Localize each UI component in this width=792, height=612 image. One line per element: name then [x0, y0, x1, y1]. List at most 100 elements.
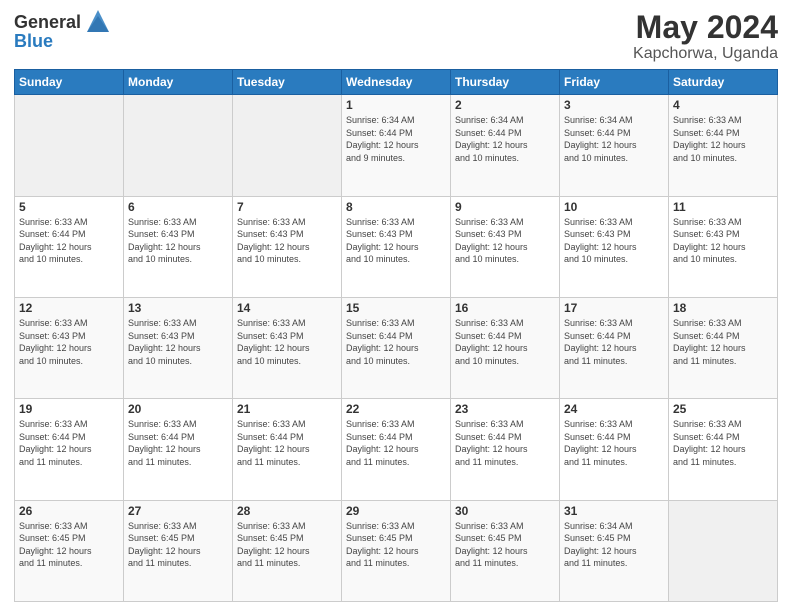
- day-number: 1: [346, 98, 446, 112]
- day-number: 23: [455, 402, 555, 416]
- calendar-week-row: 12 Sunrise: 6:33 AM Sunset: 6:43 PM Dayli…: [15, 297, 778, 398]
- day-info: Sunrise: 6:33 AM Sunset: 6:44 PM Dayligh…: [19, 216, 119, 266]
- day-info: Sunrise: 6:34 AM Sunset: 6:44 PM Dayligh…: [346, 114, 446, 164]
- title-block: May 2024 Kapchorwa, Uganda: [633, 10, 778, 63]
- day-number: 11: [673, 200, 773, 214]
- day-info: Sunrise: 6:33 AM Sunset: 6:44 PM Dayligh…: [455, 418, 555, 468]
- day-info: Sunrise: 6:33 AM Sunset: 6:43 PM Dayligh…: [346, 216, 446, 266]
- day-info: Sunrise: 6:33 AM Sunset: 6:43 PM Dayligh…: [128, 317, 228, 367]
- day-info: Sunrise: 6:33 AM Sunset: 6:44 PM Dayligh…: [346, 317, 446, 367]
- day-number: 25: [673, 402, 773, 416]
- day-info: Sunrise: 6:33 AM Sunset: 6:43 PM Dayligh…: [237, 216, 337, 266]
- day-info: Sunrise: 6:33 AM Sunset: 6:44 PM Dayligh…: [455, 317, 555, 367]
- calendar-day-cell: 10 Sunrise: 6:33 AM Sunset: 6:43 PM Dayli…: [560, 196, 669, 297]
- calendar-day-cell: 30Sunrise: 6:33 AM Sunset: 6:45 PM Dayli…: [451, 500, 560, 601]
- calendar-day-cell: 21Sunrise: 6:33 AM Sunset: 6:44 PM Dayli…: [233, 399, 342, 500]
- day-info: Sunrise: 6:33 AM Sunset: 6:45 PM Dayligh…: [346, 520, 446, 570]
- calendar-day-cell: 25 Sunrise: 6:33 AM Sunset: 6:44 PM Dayli…: [669, 399, 778, 500]
- day-info: Sunrise: 6:33 AM Sunset: 6:43 PM Dayligh…: [455, 216, 555, 266]
- day-info: Sunrise: 6:33 AM Sunset: 6:43 PM Dayligh…: [237, 317, 337, 367]
- calendar-day-header: Sunday: [15, 70, 124, 95]
- day-info: Sunrise: 6:33 AM Sunset: 6:44 PM Dayligh…: [128, 418, 228, 468]
- calendar-day-header: Tuesday: [233, 70, 342, 95]
- calendar-day-header: Wednesday: [342, 70, 451, 95]
- day-info: Sunrise: 6:33 AM Sunset: 6:43 PM Dayligh…: [673, 216, 773, 266]
- day-number: 13: [128, 301, 228, 315]
- calendar-day-cell: [124, 95, 233, 196]
- day-number: 8: [346, 200, 446, 214]
- day-number: 30: [455, 504, 555, 518]
- location: Kapchorwa, Uganda: [633, 45, 778, 63]
- calendar-day-cell: 3 Sunrise: 6:34 AM Sunset: 6:44 PM Daylig…: [560, 95, 669, 196]
- calendar-week-row: 26 Sunrise: 6:33 AM Sunset: 6:45 PM Dayli…: [15, 500, 778, 601]
- day-info: Sunrise: 6:34 AM Sunset: 6:44 PM Dayligh…: [455, 114, 555, 164]
- calendar-day-cell: 31 Sunrise: 6:34 AM Sunset: 6:45 PM Dayli…: [560, 500, 669, 601]
- day-number: 26: [19, 504, 119, 518]
- calendar-day-cell: 26 Sunrise: 6:33 AM Sunset: 6:45 PM Dayli…: [15, 500, 124, 601]
- calendar-day-cell: 9 Sunrise: 6:33 AM Sunset: 6:43 PM Daylig…: [451, 196, 560, 297]
- day-number: 10: [564, 200, 664, 214]
- day-number: 27: [128, 504, 228, 518]
- day-number: 12: [19, 301, 119, 315]
- day-number: 9: [455, 200, 555, 214]
- month-title: May 2024: [633, 10, 778, 45]
- calendar-day-cell: 18 Sunrise: 6:33 AM Sunset: 6:44 PM Dayli…: [669, 297, 778, 398]
- day-info: Sunrise: 6:33 AM Sunset: 6:43 PM Dayligh…: [564, 216, 664, 266]
- day-info: Sunrise: 6:33 AM Sunset: 6:44 PM Dayligh…: [564, 418, 664, 468]
- day-number: 28: [237, 504, 337, 518]
- day-info: Sunrise: 6:33 AM Sunset: 6:44 PM Dayligh…: [346, 418, 446, 468]
- day-number: 22: [346, 402, 446, 416]
- page: General Blue May 2024 Kapchorwa, Uganda …: [0, 0, 792, 612]
- day-info: Sunrise: 6:34 AM Sunset: 6:44 PM Dayligh…: [564, 114, 664, 164]
- calendar-day-cell: 28 Sunrise: 6:33 AM Sunset: 6:45 PM Dayli…: [233, 500, 342, 601]
- day-number: 16: [455, 301, 555, 315]
- calendar-table: SundayMondayTuesdayWednesdayThursdayFrid…: [14, 69, 778, 602]
- day-info: Sunrise: 6:34 AM Sunset: 6:45 PM Dayligh…: [564, 520, 664, 570]
- day-number: 6: [128, 200, 228, 214]
- calendar-day-cell: 12 Sunrise: 6:33 AM Sunset: 6:43 PM Dayli…: [15, 297, 124, 398]
- calendar-week-row: 1 Sunrise: 6:34 AM Sunset: 6:44 PM Daylig…: [15, 95, 778, 196]
- calendar-day-cell: [669, 500, 778, 601]
- day-info: Sunrise: 6:33 AM Sunset: 6:44 PM Dayligh…: [673, 317, 773, 367]
- day-number: 15: [346, 301, 446, 315]
- calendar-day-header: Monday: [124, 70, 233, 95]
- day-info: Sunrise: 6:33 AM Sunset: 6:43 PM Dayligh…: [19, 317, 119, 367]
- logo: General Blue: [14, 10, 113, 50]
- day-number: 14: [237, 301, 337, 315]
- day-info: Sunrise: 6:33 AM Sunset: 6:44 PM Dayligh…: [19, 418, 119, 468]
- day-number: 29: [346, 504, 446, 518]
- day-number: 18: [673, 301, 773, 315]
- day-number: 3: [564, 98, 664, 112]
- day-info: Sunrise: 6:33 AM Sunset: 6:45 PM Dayligh…: [19, 520, 119, 570]
- calendar-day-cell: 6 Sunrise: 6:33 AM Sunset: 6:43 PM Daylig…: [124, 196, 233, 297]
- day-info: Sunrise: 6:33 AM Sunset: 6:45 PM Dayligh…: [237, 520, 337, 570]
- calendar-day-cell: 1 Sunrise: 6:34 AM Sunset: 6:44 PM Daylig…: [342, 95, 451, 196]
- day-info: Sunrise: 6:33 AM Sunset: 6:44 PM Dayligh…: [564, 317, 664, 367]
- calendar-day-cell: 29 Sunrise: 6:33 AM Sunset: 6:45 PM Dayli…: [342, 500, 451, 601]
- calendar-day-header: Saturday: [669, 70, 778, 95]
- calendar-day-cell: 27Sunrise: 6:33 AM Sunset: 6:45 PM Dayli…: [124, 500, 233, 601]
- calendar-day-cell: [233, 95, 342, 196]
- calendar-day-cell: 23 Sunrise: 6:33 AM Sunset: 6:44 PM Dayli…: [451, 399, 560, 500]
- calendar-day-cell: 15 Sunrise: 6:33 AM Sunset: 6:44 PM Dayli…: [342, 297, 451, 398]
- calendar-day-cell: 7Sunrise: 6:33 AM Sunset: 6:43 PM Daylig…: [233, 196, 342, 297]
- calendar-day-cell: 14 Sunrise: 6:33 AM Sunset: 6:43 PM Dayli…: [233, 297, 342, 398]
- calendar-day-cell: 2Sunrise: 6:34 AM Sunset: 6:44 PM Daylig…: [451, 95, 560, 196]
- calendar-day-cell: 22 Sunrise: 6:33 AM Sunset: 6:44 PM Dayli…: [342, 399, 451, 500]
- calendar-day-cell: 5Sunrise: 6:33 AM Sunset: 6:44 PM Daylig…: [15, 196, 124, 297]
- day-info: Sunrise: 6:33 AM Sunset: 6:43 PM Dayligh…: [128, 216, 228, 266]
- day-info: Sunrise: 6:33 AM Sunset: 6:44 PM Dayligh…: [673, 418, 773, 468]
- calendar-week-row: 5Sunrise: 6:33 AM Sunset: 6:44 PM Daylig…: [15, 196, 778, 297]
- calendar-day-cell: [15, 95, 124, 196]
- calendar-day-cell: 17 Sunrise: 6:33 AM Sunset: 6:44 PM Dayli…: [560, 297, 669, 398]
- calendar-week-row: 19 Sunrise: 6:33 AM Sunset: 6:44 PM Dayli…: [15, 399, 778, 500]
- calendar-day-cell: 4Sunrise: 6:33 AM Sunset: 6:44 PM Daylig…: [669, 95, 778, 196]
- calendar-day-cell: 8 Sunrise: 6:33 AM Sunset: 6:43 PM Daylig…: [342, 196, 451, 297]
- day-number: 31: [564, 504, 664, 518]
- calendar-header-row: SundayMondayTuesdayWednesdayThursdayFrid…: [15, 70, 778, 95]
- day-number: 19: [19, 402, 119, 416]
- day-number: 17: [564, 301, 664, 315]
- day-number: 21: [237, 402, 337, 416]
- day-number: 24: [564, 402, 664, 416]
- logo-icon: [83, 6, 113, 36]
